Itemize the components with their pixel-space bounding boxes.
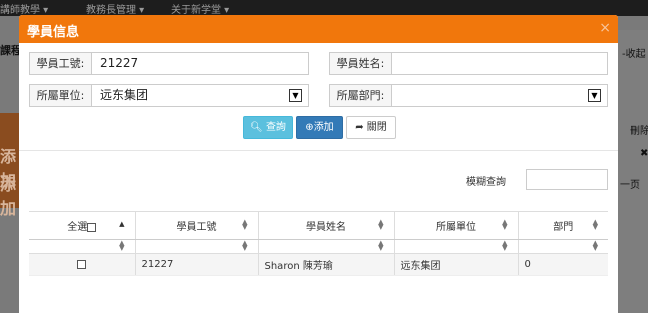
select-all-checkbox[interactable] — [87, 222, 97, 232]
divider — [19, 150, 618, 151]
close-icon[interactable]: × — [599, 20, 611, 36]
nav-item-about[interactable]: 关于新学堂 ▾ — [171, 1, 229, 16]
close-button-label: 關閉 — [366, 122, 387, 133]
column-header-department[interactable]: 部門 ▲ ▼ — [518, 211, 608, 240]
column-header-label: 學員工號 — [176, 222, 217, 233]
table-header-row: 全選 ▲ 學員工號 ▲ ▼ 學員姓名 ▲ ▼ 所屬單位 ▲ ▼ 部門 ▲ ▼ — [29, 211, 608, 240]
department-select[interactable]: ▼ — [391, 84, 608, 107]
filter-cell: ▲ ▼ — [29, 239, 136, 254]
filter-cell: ▲ ▼ — [394, 239, 519, 254]
unit-select-value: 远东集团 — [100, 88, 149, 102]
unit-select[interactable]: 远东集团 ▼ — [91, 84, 309, 107]
table-row[interactable]: 21227 Sharon 陳芳瑜 远东集团 0 — [29, 253, 608, 276]
employee-no-label: 學員工號: — [29, 52, 92, 75]
sort-icon[interactable]: ▲ ▼ — [593, 219, 598, 231]
column-header-employee-no[interactable]: 學員工號 ▲ ▼ — [135, 211, 259, 240]
fuzzy-search-input[interactable] — [526, 169, 608, 190]
background-right-panel: -收起 刪除 ✖ 一页 — [618, 30, 648, 313]
search-icon: 🔍︎ — [250, 122, 263, 133]
nav-item-academic[interactable]: 教務長管理 ▾ — [86, 1, 144, 16]
employee-no-input[interactable]: 21227 — [91, 52, 309, 75]
delete-button[interactable]: 刪除 — [630, 122, 648, 137]
collapse-link[interactable]: -收起 — [622, 45, 646, 60]
top-navigation-bar: 講師教學 ▾ 教務長管理 ▾ 关于新学堂 ▾ — [0, 0, 648, 16]
fuzzy-search-label: 模糊查詢 — [466, 177, 506, 188]
modal-title: 學員信息 — [27, 25, 80, 40]
chevron-down-icon[interactable]: ▼ — [588, 89, 601, 102]
query-button-label: 查詢 — [265, 122, 286, 133]
sort-icon[interactable]: ▲ ▼ — [378, 219, 383, 231]
column-header-label: 部門 — [553, 222, 574, 233]
modal-header: 學員信息 × — [19, 15, 618, 43]
sort-icon[interactable]: ▲ ▼ — [119, 240, 124, 252]
plus-circle-icon: ⊕ — [305, 122, 314, 133]
name-cell: Sharon 陳芳瑜 — [258, 253, 395, 276]
remove-icon[interactable]: ✖ — [640, 148, 648, 159]
student-info-modal: 學員信息 × 學員工號: 21227 學員姓名: 所屬單位: 远东集团 ▼ 所屬… — [19, 15, 618, 313]
select-all-label: 全選 — [67, 222, 88, 233]
add-button-label: 添加 — [313, 122, 334, 133]
query-button[interactable]: 🔍︎ 查詢 — [243, 116, 293, 139]
sort-icon[interactable]: ▲ ▼ — [502, 240, 507, 252]
department-cell: 0 — [518, 253, 608, 276]
chevron-down-icon[interactable]: ▼ — [289, 89, 302, 102]
name-input[interactable] — [391, 52, 608, 75]
select-all-header[interactable]: 全選 ▲ — [29, 211, 136, 240]
page-text: 一页 — [620, 180, 640, 191]
filter-cell: ▲ ▼ — [135, 239, 259, 254]
sort-icon[interactable]: ▲ ▼ — [378, 240, 383, 252]
sign-out-icon: ➦ — [355, 122, 364, 133]
sort-icon[interactable]: ▲ ▼ — [242, 240, 247, 252]
employee-no-cell: 21227 — [135, 253, 259, 276]
unit-cell: 远东集团 — [394, 253, 519, 276]
background-orange-block: 添加 添加 — [0, 113, 20, 218]
column-header-label: 所屬單位 — [436, 222, 476, 233]
sort-icon[interactable]: ▲ ▼ — [593, 240, 598, 252]
sort-asc-icon[interactable]: ▲ — [119, 220, 124, 228]
row-select-cell — [29, 253, 136, 276]
name-label: 學員姓名: — [329, 52, 392, 75]
sort-icon[interactable]: ▲ ▼ — [242, 219, 247, 231]
column-header-label: 學員姓名 — [306, 222, 346, 233]
unit-label: 所屬單位: — [29, 84, 92, 107]
column-header-unit[interactable]: 所屬單位 ▲ ▼ — [394, 211, 519, 240]
student-table: 全選 ▲ 學員工號 ▲ ▼ 學員姓名 ▲ ▼ 所屬單位 ▲ ▼ 部門 ▲ ▼ ▲… — [29, 211, 608, 276]
department-label: 所屬部門: — [329, 84, 392, 107]
add-button[interactable]: ⊕添加 — [296, 116, 343, 139]
nav-item-teacher[interactable]: 講師教學 ▾ — [0, 1, 48, 16]
row-checkbox[interactable] — [77, 259, 87, 269]
sort-icon[interactable]: ▲ ▼ — [502, 219, 507, 231]
column-header-name[interactable]: 學員姓名 ▲ ▼ — [258, 211, 395, 240]
background-add-text: 添加 — [0, 175, 17, 218]
filter-cell: ▲ ▼ — [518, 239, 608, 254]
filter-cell: ▲ ▼ — [258, 239, 395, 254]
table-filter-row: ▲ ▼ ▲ ▼ ▲ ▼ ▲ ▼ ▲ ▼ — [29, 239, 608, 254]
close-button[interactable]: ➦ 關閉 — [346, 116, 396, 139]
